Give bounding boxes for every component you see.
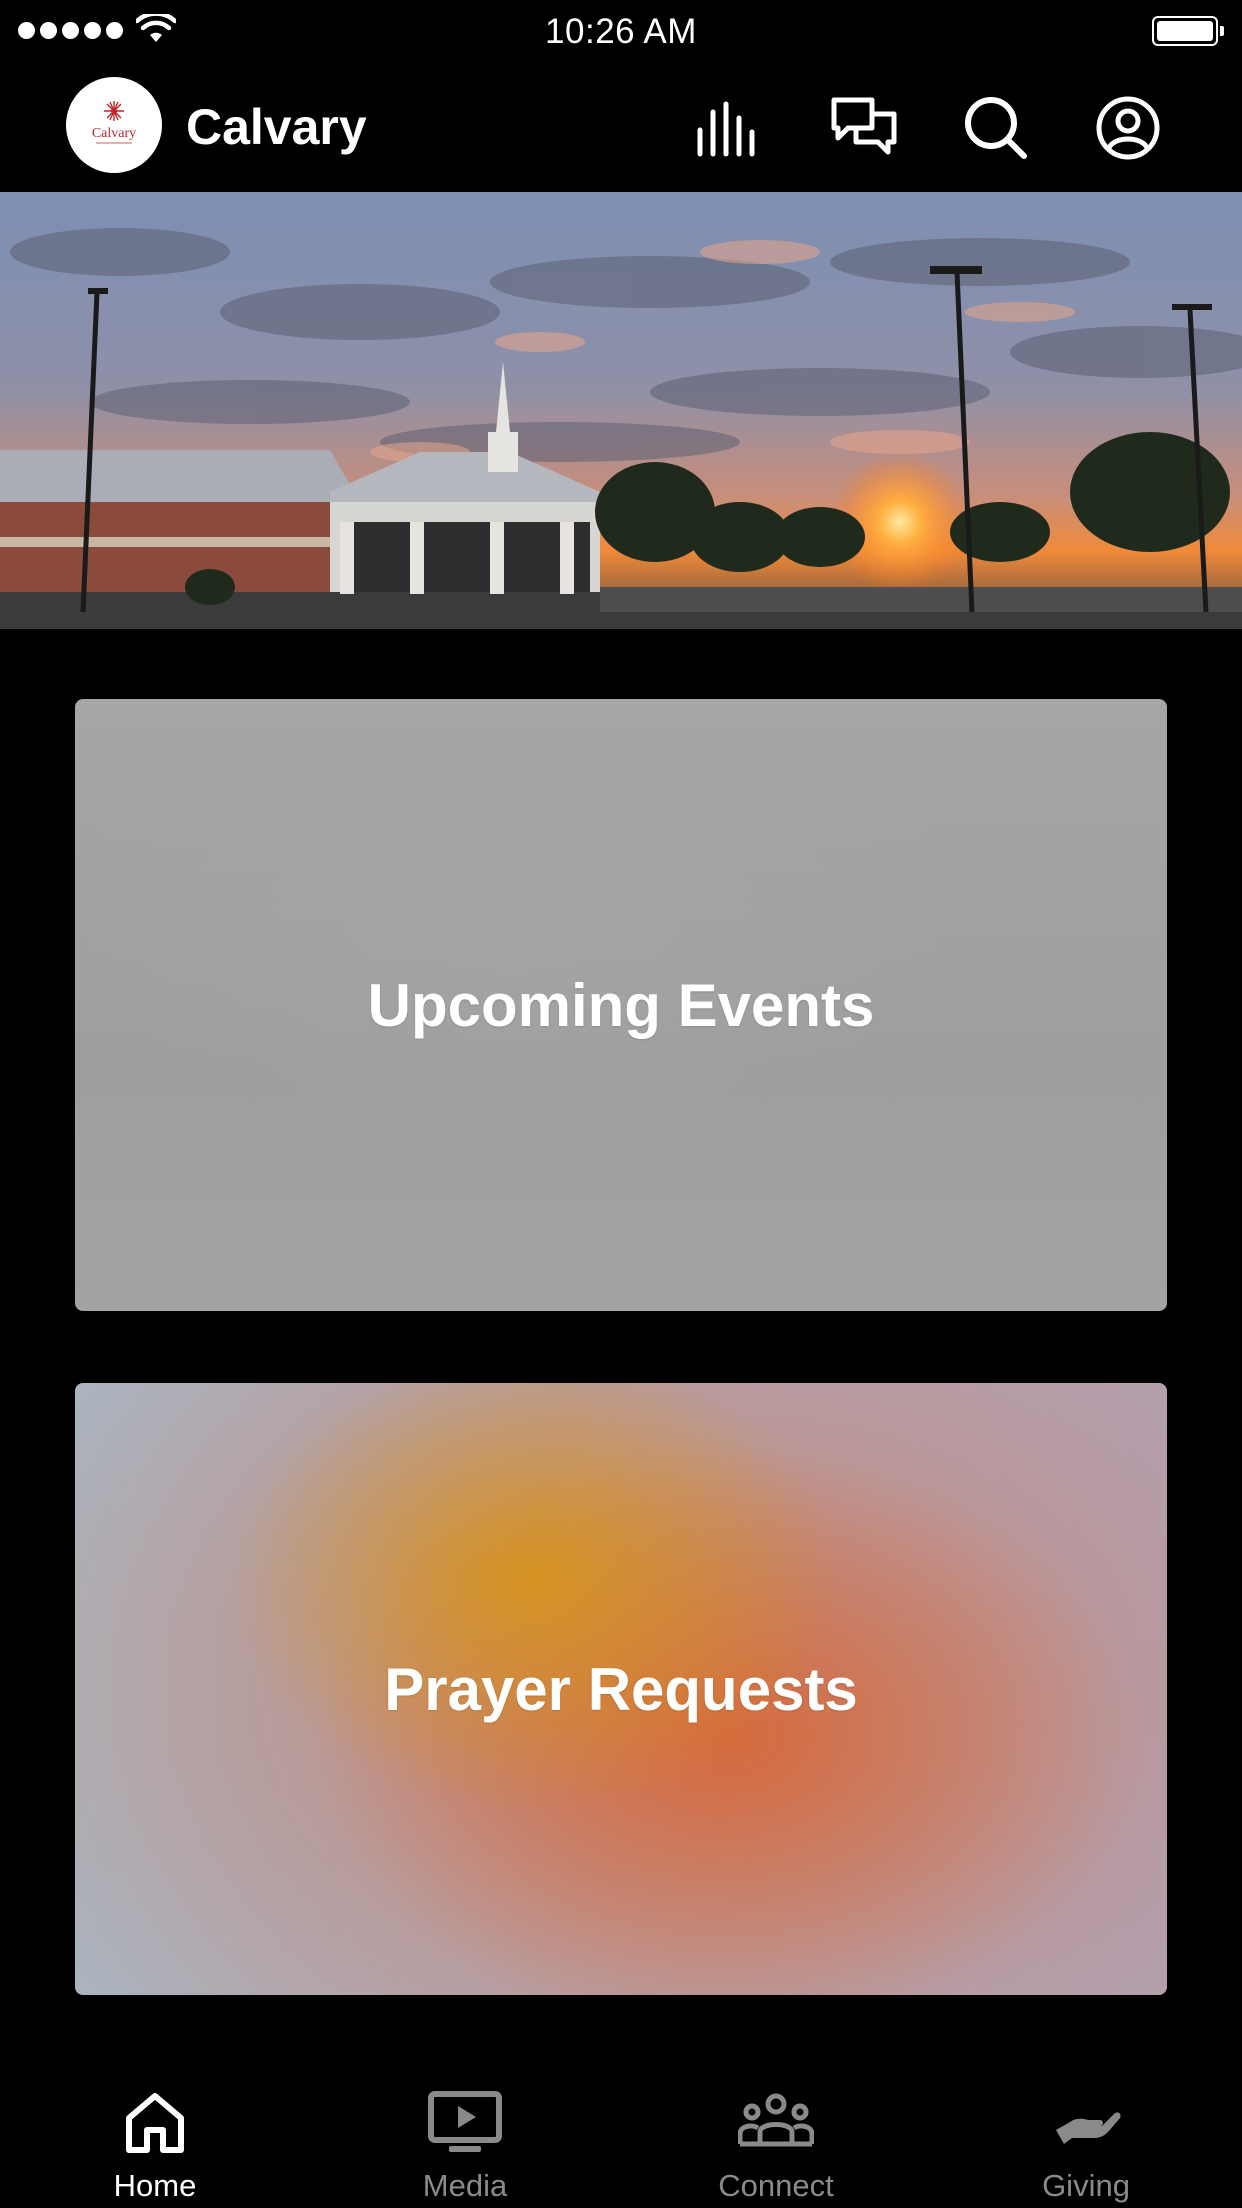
tv-play-icon [427,2088,503,2156]
tab-label: Media [422,2168,508,2203]
battery-icon [1152,16,1224,46]
audio-bars-icon[interactable] [694,92,766,164]
card-title: Prayer Requests [384,1655,858,1723]
home-icon [117,2088,193,2156]
tab-giving[interactable]: Giving [931,2060,1241,2208]
prayer-requests-card[interactable]: Prayer Requests [75,1383,1167,1995]
tab-home[interactable]: Home [0,2060,310,2208]
giving-hand-icon [1048,2088,1124,2156]
tab-connect[interactable]: Connect [621,2060,931,2208]
church-logo[interactable]: Calvary [66,77,162,173]
hero-banner-image [0,192,1242,629]
status-bar: 10:26 AM [0,0,1242,62]
tab-label: Connect [718,2168,834,2203]
account-icon[interactable] [1092,92,1164,164]
group-icon [737,2088,815,2156]
search-icon[interactable] [960,92,1032,164]
chat-icon[interactable] [828,92,900,164]
logo-text: Calvary [92,126,136,141]
bottom-tab-bar: Home Media Connect Giving [0,2060,1242,2208]
tab-label: Giving [1042,2168,1130,2203]
upcoming-events-card[interactable]: Upcoming Events [75,699,1167,1311]
card-title: Upcoming Events [367,971,875,1039]
app-title: Calvary [186,99,367,155]
app-header: Calvary Calvary [0,62,1242,192]
status-time: 10:26 AM [545,12,697,51]
tab-media[interactable]: Media [310,2060,620,2208]
tab-label: Home [113,2168,197,2203]
